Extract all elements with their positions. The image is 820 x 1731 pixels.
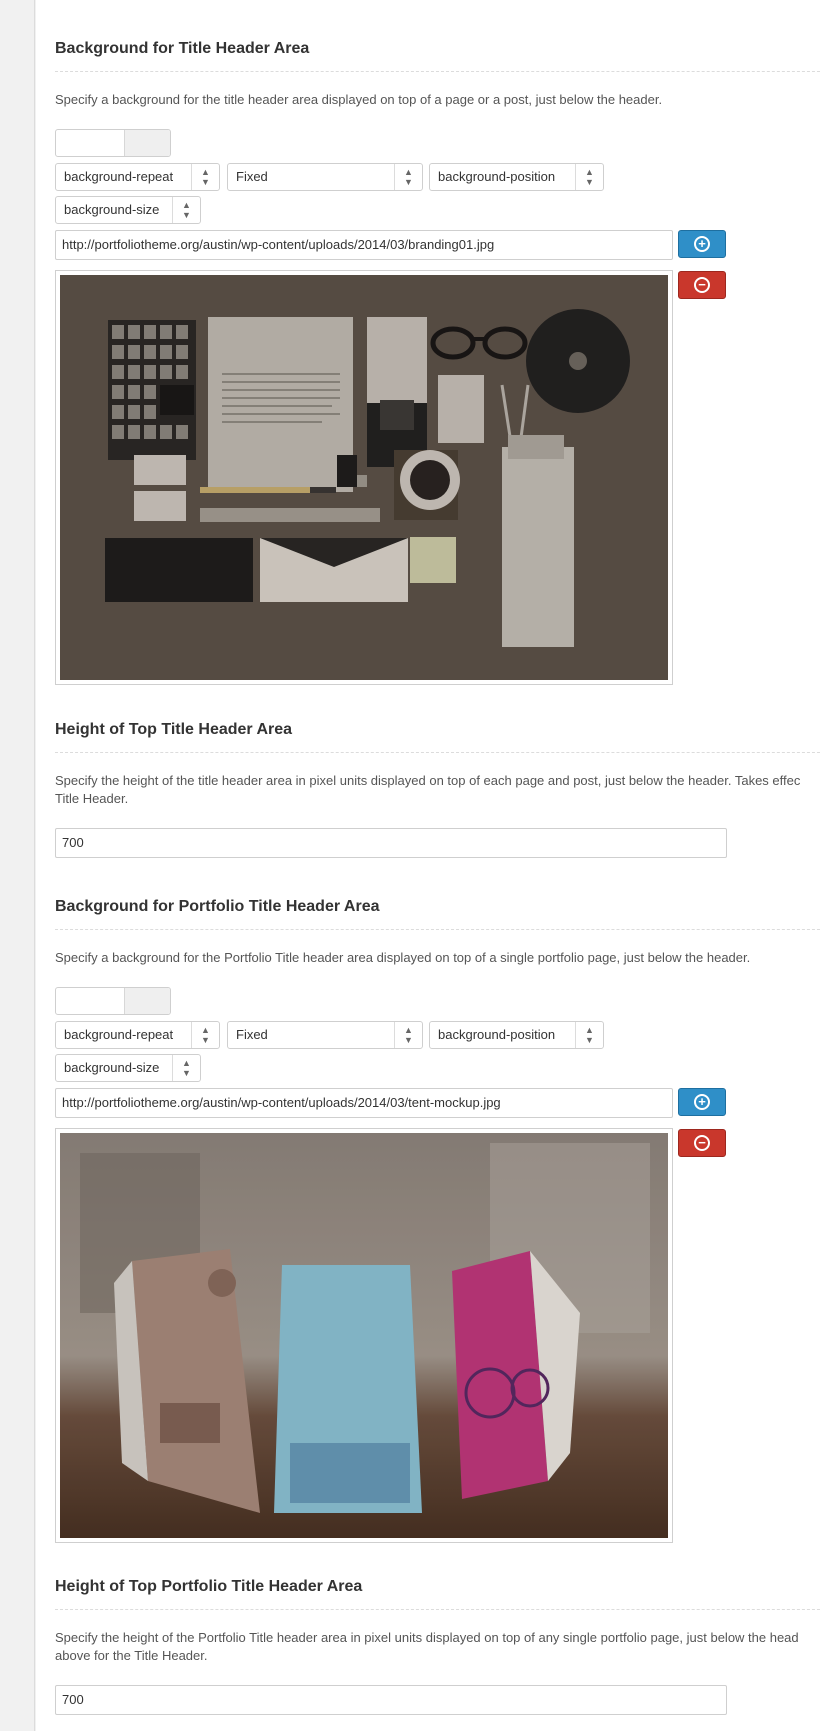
section-description: Specify a background for the title heade… <box>55 92 663 107</box>
updown-arrows-icon: ▲ ▼ <box>172 197 200 223</box>
updown-arrows-icon: ▲ ▼ <box>394 164 422 190</box>
background-position-select[interactable]: background-position ▲ ▼ <box>429 1021 604 1049</box>
select-value: background-size <box>64 1060 160 1075</box>
background-size-select[interactable]: background-size ▲ ▼ <box>55 196 201 224</box>
background-size-select[interactable]: background-size ▲ ▼ <box>55 1054 201 1082</box>
select-value: background-position <box>438 169 556 184</box>
section-title: Background for Portfolio Title Header Ar… <box>55 898 380 915</box>
options-panel: Background for Title Header Area Specify… <box>36 0 820 1731</box>
select-value: background-position <box>438 1027 556 1042</box>
color-picker-toggle[interactable] <box>124 130 170 156</box>
background-attachment-select[interactable]: Fixed ▲ ▼ <box>227 1021 423 1049</box>
add-image-button[interactable]: + <box>678 230 726 258</box>
plus-circle-icon: + <box>694 235 710 252</box>
color-picker-toggle[interactable] <box>124 988 170 1014</box>
plus-circle-icon: + <box>694 1093 710 1110</box>
updown-arrows-icon: ▲ ▼ <box>172 1055 200 1081</box>
updown-arrows-icon: ▲ ▼ <box>394 1022 422 1048</box>
section-portfolio-header-background: Background for Portfolio Title Header Ar… <box>55 858 820 1548</box>
background-repeat-select[interactable]: background-repeat ▲ ▼ <box>55 163 220 191</box>
select-value: Fixed <box>236 1027 268 1042</box>
branding-image <box>60 275 668 680</box>
section-divider <box>55 752 820 753</box>
background-attachment-select[interactable]: Fixed ▲ ▼ <box>227 163 423 191</box>
section-title: Background for Title Header Area <box>55 40 310 57</box>
minus-circle-icon: − <box>694 276 710 293</box>
background-image-preview <box>55 270 673 685</box>
section-description: Specify a background for the Portfolio T… <box>55 950 751 965</box>
remove-image-button[interactable]: − <box>678 1129 726 1157</box>
background-repeat-select[interactable]: background-repeat ▲ ▼ <box>55 1021 220 1049</box>
section-portfolio-header-height: Height of Top Portfolio Title Header Are… <box>55 1557 820 1731</box>
select-value: background-repeat <box>64 1027 174 1042</box>
section-description-line1: Specify the height of the Portfolio Titl… <box>55 1630 799 1645</box>
title-header-height-input[interactable]: 700 <box>55 828 727 858</box>
background-image-preview <box>55 1128 673 1543</box>
background-color-picker[interactable] <box>55 987 171 1015</box>
updown-arrows-icon: ▲ ▼ <box>191 164 219 190</box>
section-divider <box>55 71 820 72</box>
select-value: background-size <box>64 202 160 217</box>
background-color-picker[interactable] <box>55 129 171 157</box>
section-title-header-height: Height of Top Title Header Area Specify … <box>55 700 820 860</box>
select-value: Fixed <box>236 169 268 184</box>
admin-left-rail <box>0 0 35 1731</box>
tent-card-mockup-illustration <box>60 1133 668 1538</box>
minus-circle-icon: − <box>694 1134 710 1151</box>
remove-image-button[interactable]: − <box>678 271 726 299</box>
select-value: background-repeat <box>64 169 174 184</box>
branding-mockup-illustration <box>60 275 668 680</box>
section-divider <box>55 1609 820 1610</box>
portfolio-header-height-input[interactable]: 700 <box>55 1685 727 1715</box>
updown-arrows-icon: ▲ ▼ <box>191 1022 219 1048</box>
section-description-line1: Specify the height of the title header a… <box>55 773 801 788</box>
section-description-line2: Title Header. <box>55 791 129 806</box>
section-title: Height of Top Portfolio Title Header Are… <box>55 1578 363 1595</box>
updown-arrows-icon: ▲ ▼ <box>575 164 603 190</box>
background-position-select[interactable]: background-position ▲ ▼ <box>429 163 604 191</box>
background-image-url-input[interactable]: http://portfoliotheme.org/austin/wp-cont… <box>55 1088 673 1118</box>
section-title-header-background: Background for Title Header Area Specify… <box>55 0 820 690</box>
section-title: Height of Top Title Header Area <box>55 721 293 738</box>
section-divider <box>55 929 820 930</box>
updown-arrows-icon: ▲ ▼ <box>575 1022 603 1048</box>
background-image-url-input[interactable]: http://portfoliotheme.org/austin/wp-cont… <box>55 230 673 260</box>
tent-card-image <box>60 1133 668 1538</box>
section-description-line2: above for the Title Header. <box>55 1648 208 1663</box>
add-image-button[interactable]: + <box>678 1088 726 1116</box>
